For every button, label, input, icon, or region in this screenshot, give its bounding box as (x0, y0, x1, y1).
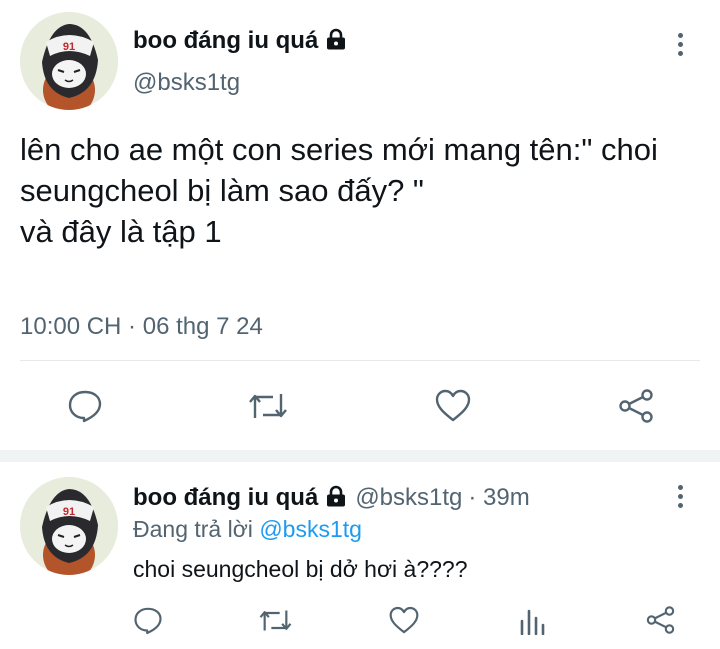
reply-author-name[interactable]: boo đáng iu quá (133, 484, 318, 511)
reply-icon[interactable] (133, 606, 163, 635)
author-name-text: boo đáng iu quá (133, 27, 319, 54)
svg-text:91: 91 (63, 41, 75, 53)
author-name[interactable]: boo đáng iu quá (133, 27, 346, 57)
like-icon[interactable] (389, 606, 419, 635)
replying-to-line: Đang trả lời @bsks1tg (133, 516, 362, 543)
reply-avatar[interactable]: 91 (20, 477, 118, 575)
share-icon[interactable] (645, 605, 676, 635)
avatar[interactable]: 91 (20, 12, 118, 110)
share-icon[interactable] (617, 388, 655, 424)
tweet-text: lên cho ae một con series mới mang tên:"… (20, 132, 658, 249)
section-divider (0, 450, 720, 462)
replying-to-link[interactable]: @bsks1tg (259, 516, 362, 542)
dot (677, 50, 683, 56)
lock-icon (326, 28, 346, 57)
lock-icon (326, 485, 346, 512)
tweet-timestamp[interactable]: 10:00 CH · 06 thg 7 24 (20, 313, 263, 341)
reply-more-options-icon[interactable] (668, 480, 692, 512)
dot (677, 484, 683, 490)
views-icon[interactable] (519, 607, 545, 635)
more-options-icon[interactable] (668, 28, 692, 60)
reply-text: choi seungcheol bị dở hơi à???? (133, 556, 468, 582)
svg-text:91: 91 (63, 506, 75, 518)
like-icon[interactable] (435, 389, 471, 423)
dot (677, 41, 683, 47)
dot (677, 32, 683, 38)
reply-time[interactable]: · 39m (468, 484, 529, 511)
reply-icon[interactable] (67, 389, 103, 423)
dot (677, 493, 683, 499)
reply-author-handle[interactable]: @bsks1tg (355, 484, 462, 511)
reply-header: boo đáng iu quá @bsks1tg · 39m (133, 484, 530, 512)
divider (20, 360, 700, 361)
retweet-icon[interactable] (247, 390, 289, 422)
retweet-icon[interactable] (258, 607, 293, 634)
dot (677, 502, 683, 508)
replying-prefix: Đang trả lời (133, 516, 253, 542)
author-handle[interactable]: @bsks1tg (133, 69, 240, 97)
